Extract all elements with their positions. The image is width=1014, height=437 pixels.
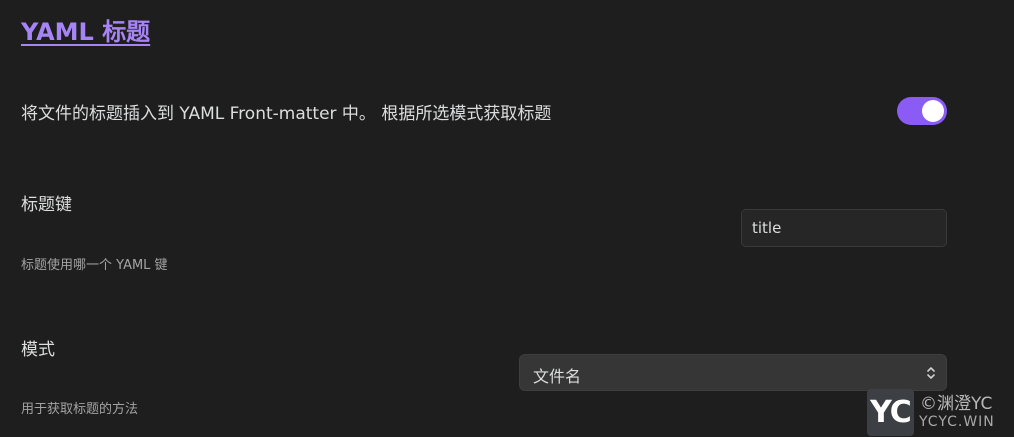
title-key-input[interactable]	[741, 209, 947, 247]
title-key-label: 标题键	[21, 195, 72, 215]
yaml-title-toggle[interactable]	[897, 97, 947, 125]
watermark: YC ©渊澄YC YCYC.WIN	[866, 387, 1014, 437]
watermark-logo: YC	[867, 389, 914, 436]
mode-description: 用于获取标题的方法	[21, 402, 139, 417]
section-title-link[interactable]: YAML 标题	[21, 12, 150, 47]
settings-page: YAML 标题 将文件的标题插入到 YAML Front-matter 中。 根…	[0, 0, 1014, 437]
yaml-title-description: 将文件的标题插入到 YAML Front-matter 中。 根据所选模式获取标…	[21, 104, 552, 124]
watermark-site: YCYC.WIN	[919, 414, 995, 430]
toggle-knob	[922, 100, 944, 122]
mode-label: 模式	[21, 340, 55, 360]
watermark-copyright: ©渊澄YC	[920, 394, 993, 414]
title-key-description: 标题使用哪一个 YAML 键	[21, 258, 168, 273]
mode-dropdown[interactable]: 文件名	[519, 354, 947, 391]
chevron-updown-icon	[927, 367, 935, 379]
mode-selected-value: 文件名	[533, 367, 582, 386]
